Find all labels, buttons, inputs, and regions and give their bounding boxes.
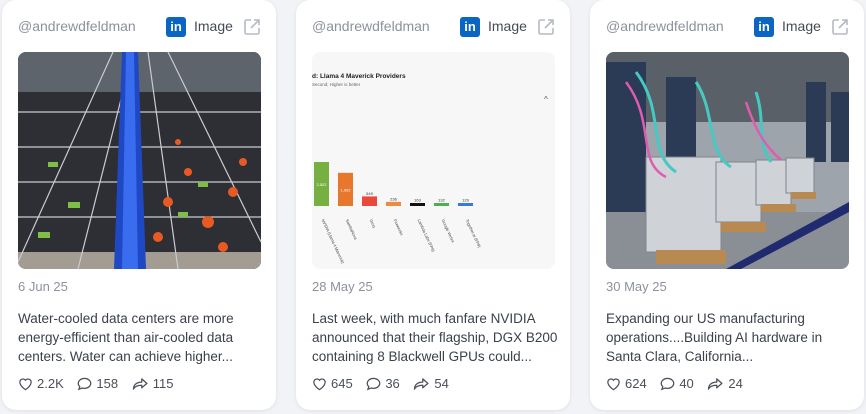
image-chart-category-label: Fireworks	[393, 218, 405, 236]
post-header: @andrewdfeldman in Image	[18, 17, 262, 39]
likes-count: 624	[625, 376, 647, 391]
image-chart-bar	[410, 203, 425, 206]
comment-icon	[366, 377, 381, 390]
heart-icon	[19, 377, 32, 390]
post-text-line: containing 8 Blackwell GPUs could...	[312, 349, 532, 364]
linkedin-icon: in	[754, 17, 774, 37]
post-date: 30 May 25	[606, 279, 667, 294]
post-text-line: announced that their flagship, DGX B200	[312, 330, 558, 345]
image-chart-value-label: 236	[390, 196, 397, 201]
reposts-count: 24	[728, 376, 743, 391]
reposts-stat: 24	[707, 376, 743, 391]
heart-icon	[607, 377, 620, 390]
image-chart-category-label: Google Vertex	[441, 218, 456, 243]
comments-count: 36	[385, 376, 400, 391]
image-chart-category-label: Groq	[369, 218, 377, 228]
reposts-stat: 54	[413, 376, 449, 391]
post-card[interactable]: @andrewdfeldman in Image	[590, 0, 864, 410]
author-handle[interactable]: @andrewdfeldman	[312, 18, 430, 34]
author-handle[interactable]: @andrewdfeldman	[606, 18, 724, 34]
post-text-line: energy-efficient than air-cooled data	[18, 330, 234, 345]
post-image-water-cooled-datacenter[interactable]	[18, 52, 261, 269]
share-arrow-icon	[132, 377, 148, 390]
image-chart-title: d: Llama 4 Maverick Providers	[312, 73, 406, 80]
image-chart-value-label: 2,522	[316, 182, 327, 187]
post-card[interactable]: @andrewdfeldman in Image	[2, 0, 276, 410]
linkedin-icon: in	[166, 17, 186, 37]
post-text-line: Santa Clara, California...	[606, 349, 754, 364]
likes-stat: 624	[606, 376, 647, 391]
likes-count: 645	[331, 376, 353, 391]
reposts-count: 115	[152, 376, 174, 391]
image-chart-value-label: 1,902	[340, 187, 351, 192]
engagement-stats: 2.2K 158 115	[18, 376, 183, 394]
image-chart-value-label: 549	[366, 191, 373, 196]
post-text-line: Water-cooled data centers are more	[18, 311, 234, 326]
post-image-provider-speed-chart[interactable]: d: Llama 4 Maverick Providers Second; Hi…	[312, 52, 555, 269]
comment-icon	[660, 377, 675, 390]
comment-icon	[77, 377, 92, 390]
post-date: 28 May 25	[312, 279, 373, 294]
post-text[interactable]: Expanding our US manufacturing operation…	[606, 309, 846, 366]
media-type-label: Image	[782, 18, 821, 34]
author-handle[interactable]: @andrewdfeldman	[18, 18, 136, 34]
comments-count: 40	[679, 376, 694, 391]
share-arrow-icon	[414, 377, 429, 390]
comments-stat: 36	[366, 376, 400, 391]
image-chart-category-label: SambaNova	[345, 218, 359, 241]
post-card[interactable]: @andrewdfeldman in Image d: Llama 4 Mave…	[296, 0, 570, 410]
external-link-icon[interactable]	[242, 17, 262, 37]
reposts-count: 54	[434, 376, 449, 391]
engagement-stats: 624 40 24	[606, 376, 753, 394]
post-header: @andrewdfeldman in Image	[312, 17, 556, 39]
comments-stat: 158	[77, 376, 118, 391]
image-chart-value-label: 163	[414, 198, 421, 203]
likes-stat: 645	[312, 376, 353, 391]
media-type-label: Image	[194, 18, 233, 34]
post-text-line: operations....Building AI hardware in	[606, 330, 823, 345]
image-chart-subtitle: Second; Higher is better	[312, 82, 361, 87]
share-arrow-icon	[708, 377, 723, 390]
media-type-label: Image	[488, 18, 527, 34]
external-link-icon[interactable]	[830, 17, 850, 37]
post-text-line: Expanding our US manufacturing	[606, 311, 805, 326]
comments-stat: 40	[660, 376, 694, 391]
post-header: @andrewdfeldman in Image	[606, 17, 850, 39]
image-chart-value-label: 132	[438, 198, 445, 203]
post-text[interactable]: Water-cooled data centers are more energ…	[18, 309, 258, 366]
linkedin-icon: in	[460, 17, 480, 37]
image-chart-arrow-icon: ^	[544, 95, 548, 104]
post-text-line: centers. Water can achieve higher...	[18, 349, 233, 364]
reposts-stat: 115	[132, 376, 174, 391]
external-link-icon[interactable]	[536, 17, 556, 37]
heart-icon	[313, 377, 326, 390]
engagement-stats: 645 36 54	[312, 376, 459, 394]
likes-stat: 2.2K	[18, 376, 64, 391]
post-text[interactable]: Last week, with much fanfare NVIDIA anno…	[312, 309, 558, 366]
image-chart-category-label: Together.ai (FP8)	[465, 218, 483, 249]
image-chart-bar	[458, 203, 473, 206]
image-chart-bar	[362, 196, 377, 206]
image-chart-category-label: Lambda Labs (FP8)	[417, 218, 437, 253]
post-text-line: Last week, with much fanfare NVIDIA	[312, 311, 536, 326]
image-chart-bar	[434, 203, 449, 206]
comments-count: 158	[96, 376, 119, 391]
post-date: 6 Jun 25	[18, 279, 68, 294]
image-chart-value-label: 129	[462, 198, 469, 203]
post-image-manufacturing-floor[interactable]	[606, 52, 849, 269]
image-chart-bar	[386, 201, 401, 206]
image-chart-category-label: NVIDIA (Llama 4 Maverick)	[321, 218, 346, 264]
likes-count: 2.2K	[37, 376, 64, 391]
